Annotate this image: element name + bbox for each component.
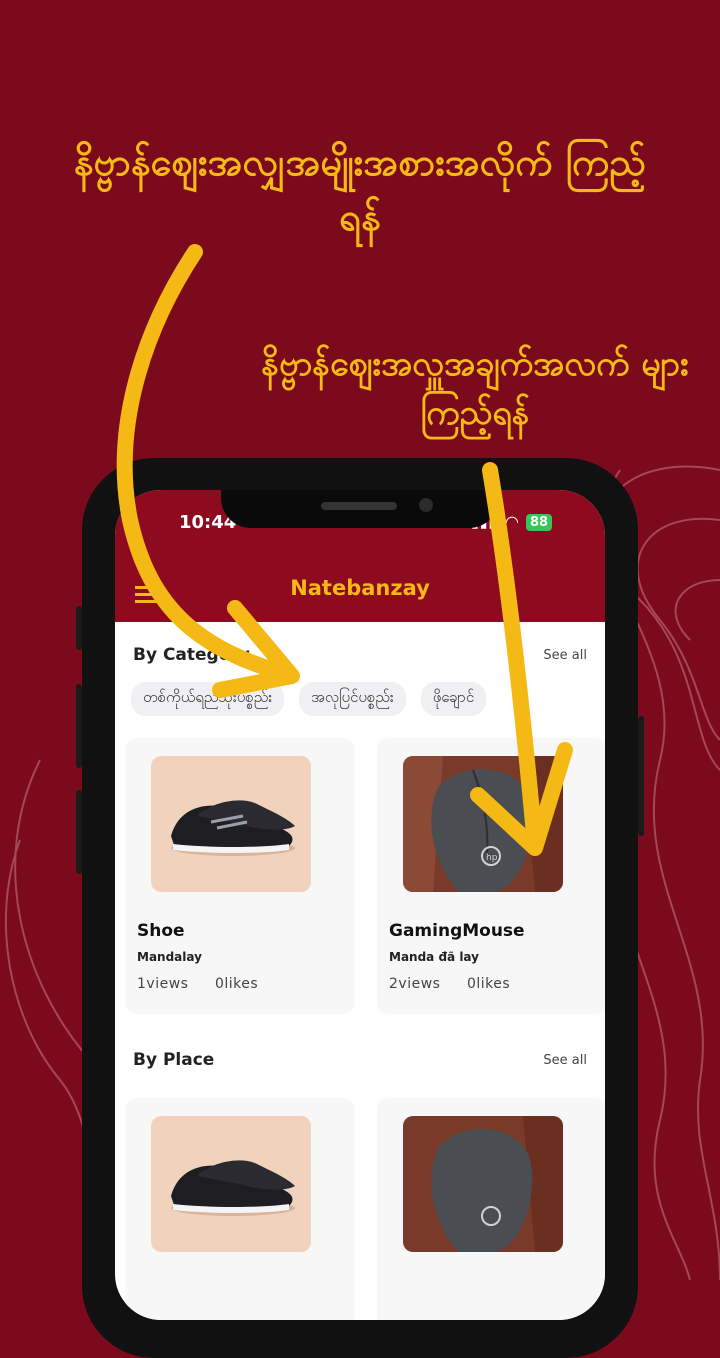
product-image-shoe	[151, 756, 311, 892]
front-camera	[419, 498, 433, 512]
section-title-category: By Category	[133, 645, 250, 665]
phone-frame: 10:44 ▮▮▮ ◠ 88 Natebanzay By Category Se…	[76, 458, 644, 1358]
see-all-category-link[interactable]: See all	[543, 648, 587, 663]
category-chip[interactable]: တစ်ကိုယ်ရည်သုံးပစ္စည်း	[131, 682, 285, 716]
product-likes: 0likes	[467, 976, 511, 992]
product-place: Manda đã lay	[389, 950, 479, 964]
phone-notch	[221, 490, 499, 528]
speaker-grille	[321, 502, 397, 510]
product-name: GamingMouse	[389, 921, 525, 941]
phone-side-button	[76, 790, 82, 874]
place-image-mouse	[403, 1116, 563, 1252]
product-views: 1views	[137, 976, 189, 992]
product-likes: 0likes	[215, 976, 259, 992]
product-image-mouse: hp	[403, 756, 563, 892]
place-card[interactable]	[377, 1098, 605, 1320]
place-image-shoe	[151, 1116, 311, 1252]
wifi-icon: ◠	[505, 512, 519, 531]
product-place: Mandalay	[137, 950, 202, 964]
category-chip[interactable]: ဖိုချောင်	[420, 682, 487, 716]
see-all-place-link[interactable]: See all	[543, 1053, 587, 1068]
product-name: Shoe	[137, 921, 185, 941]
battery-icon: 88	[526, 514, 553, 531]
category-chip[interactable]: အလုပြင်ပစ္စည်း	[299, 682, 406, 716]
phone-side-button	[76, 606, 82, 650]
caption-category-hint: နိဗ္ဗာန်ဈေးအလျှအမျိုးအစားအလိုက် ကြည့်ရန်	[73, 140, 647, 240]
phone-side-button	[638, 716, 644, 836]
place-card[interactable]	[125, 1098, 355, 1320]
phone-side-button	[76, 684, 82, 768]
svg-text:hp: hp	[486, 853, 498, 863]
phone-screen: 10:44 ▮▮▮ ◠ 88 Natebanzay By Category Se…	[115, 490, 605, 1320]
product-views: 2views	[389, 976, 441, 992]
category-chips: တစ်ကိုယ်ရည်သုံးပစ္စည်း အလုပြင်ပစ္စည်း ဖိ…	[131, 682, 597, 718]
app-title: Natebanzay	[290, 576, 430, 600]
caption-details-hint: နိဗ္ဗာန်ဈေးအလှူအချက်အလက် များကြည့်ရန်	[261, 344, 689, 434]
section-title-place: By Place	[133, 1050, 215, 1070]
product-card[interactable]: Shoe Mandalay 1views 0likes	[125, 738, 355, 1014]
product-card[interactable]: hp GamingMouse Manda đã lay 2views 0like…	[377, 738, 605, 1014]
